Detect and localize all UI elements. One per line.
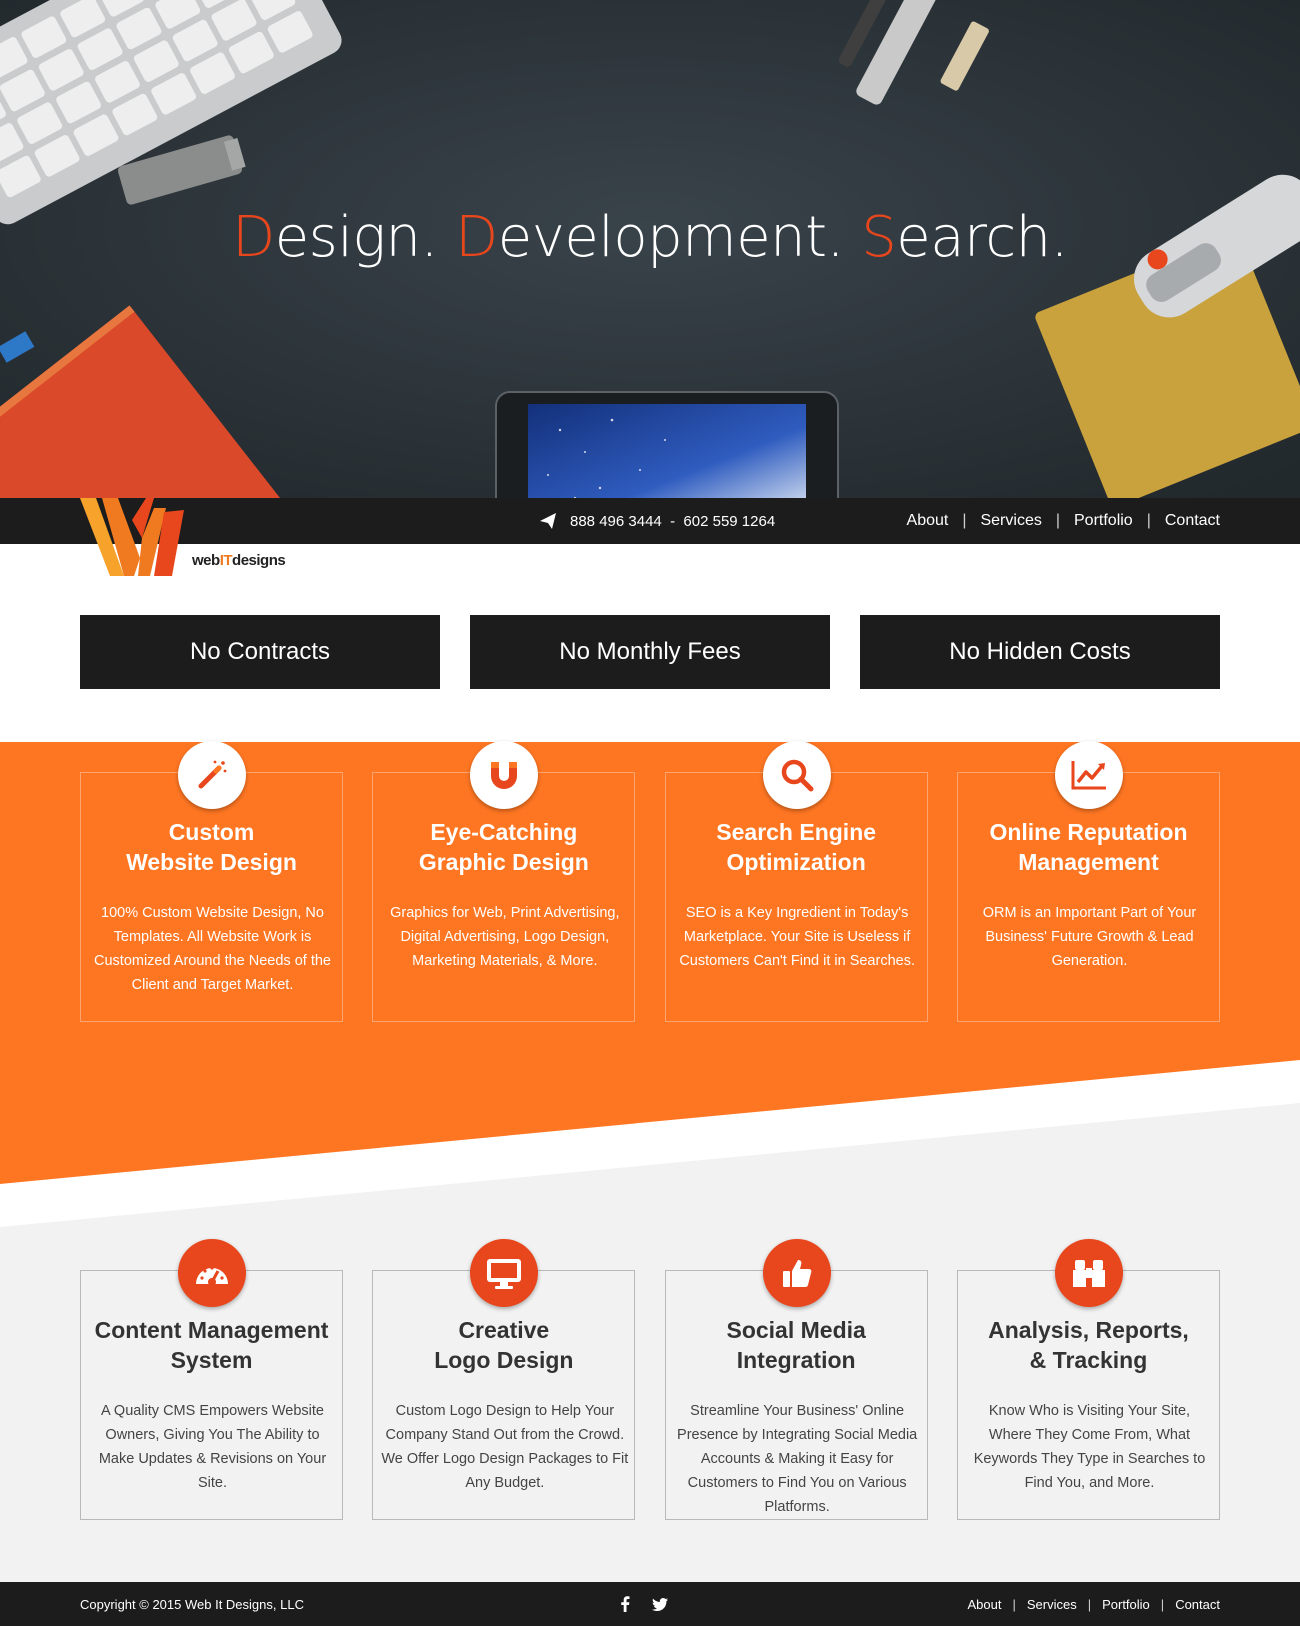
service-description: Custom Logo Design to Help Your Company … (381, 1403, 629, 1491)
service-icon-circle (178, 741, 246, 809)
feature-highlights: No Contracts No Monthly Fees No Hidden C… (80, 615, 1220, 689)
service-card-cms: Content Management System A Quality CMS … (80, 1239, 343, 1520)
facebook-icon[interactable] (620, 1596, 630, 1612)
hero-headline: Design. Development. Search. (0, 205, 1300, 270)
headline-word-search: Search. (861, 205, 1068, 270)
service-title: Analysis, Reports, & Tracking (988, 1317, 1189, 1373)
dashboard-icon (196, 1266, 228, 1286)
hero-banner: Design. Development. Search. (0, 0, 1300, 498)
copyright-text: Copyright © 2015 Web It Designs, LLC (80, 1596, 304, 1612)
magnet-icon (491, 762, 518, 789)
service-card-analytics: Analysis, Reports, & Tracking Know Who i… (956, 1239, 1220, 1520)
service-icon-circle (762, 741, 831, 809)
logo-wordmark: webITdesigns (192, 552, 286, 569)
service-title: Custom Website Design (126, 819, 297, 875)
service-card-logo-design: Creative Logo Design Custom Logo Design … (372, 1239, 636, 1520)
nav-contact[interactable]: Contact (1165, 512, 1220, 530)
nav-separator: | (1055, 512, 1060, 529)
nav-about[interactable]: About (907, 512, 949, 530)
feature-no-monthly-fees: No Monthly Fees (470, 615, 830, 689)
social-links (620, 1582, 668, 1626)
service-card-graphic-design: Eye-Catching Graphic Design Graphics for… (372, 741, 636, 1022)
service-description: Know Who is Visiting Your Site, Where Th… (973, 1403, 1206, 1491)
service-title: Creative Logo Design (434, 1317, 574, 1373)
headline-word-design: Design. (232, 205, 456, 270)
service-icon-circle (1054, 1239, 1123, 1307)
service-icon-circle (178, 1239, 246, 1307)
feature-no-hidden-costs: No Hidden Costs (860, 615, 1220, 689)
service-description: A Quality CMS Empowers Website Owners, G… (98, 1403, 327, 1491)
feature-no-contracts: No Contracts (80, 615, 440, 689)
thumbs-up-icon (782, 1260, 812, 1287)
nav-separator: | (1160, 1596, 1165, 1612)
service-description: SEO is a Key Ingredient in Today's Marke… (679, 905, 915, 969)
service-icon-circle (1054, 741, 1123, 809)
site-footer: Copyright © 2015 Web It Designs, LLC Abo… (0, 1582, 1300, 1626)
main-nav: About | Services | Portfolio | Contact (907, 498, 1220, 544)
logo-w-mark (80, 498, 184, 576)
nav-separator: | (1146, 512, 1151, 529)
service-card-website-design: Custom Website Design 100% Custom Websit… (80, 741, 343, 1022)
service-title: Search Engine Optimization (716, 819, 877, 875)
service-title: Social Media Integration (726, 1317, 866, 1373)
service-icon-circle (470, 1239, 539, 1307)
headline-word-development: Development. (455, 205, 862, 270)
service-icon-circle (470, 741, 539, 809)
service-description: ORM is an Important Part of Your Busines… (982, 905, 1197, 969)
service-description: Graphics for Web, Print Advertising, Dig… (390, 905, 620, 969)
service-description: Streamline Your Business' Online Presenc… (677, 1403, 918, 1515)
paper-plane-icon (540, 513, 556, 529)
service-icon-circle (762, 1239, 831, 1307)
nav-separator: | (962, 512, 967, 529)
nav-services[interactable]: Services (980, 512, 1041, 530)
monitor-icon (487, 1259, 522, 1289)
search-icon (781, 759, 814, 792)
service-title: Online Reputation Management (989, 819, 1188, 875)
service-title: Content Management System (94, 1317, 329, 1373)
twitter-icon[interactable] (652, 1597, 668, 1611)
magic-wand-icon (198, 760, 227, 789)
service-card-social-media: Social Media Integration Streamline Your… (664, 1239, 928, 1520)
service-card-seo: Search Engine Optimization SEO is a Key … (664, 741, 928, 1022)
nav-portfolio[interactable]: Portfolio (1074, 512, 1133, 530)
nav-separator: | (1087, 1596, 1092, 1612)
primary-services: Custom Website Design 100% Custom Websit… (80, 741, 1220, 1022)
service-description: 100% Custom Website Design, No Templates… (94, 905, 331, 993)
footer-nav-about[interactable]: About (967, 1597, 1001, 1612)
binoculars-icon (1072, 1260, 1105, 1287)
line-chart-icon (1071, 761, 1106, 790)
footer-nav-services[interactable]: Services (1027, 1597, 1077, 1612)
footer-nav-portfolio[interactable]: Portfolio (1102, 1597, 1150, 1612)
footer-nav-contact[interactable]: Contact (1175, 1597, 1220, 1612)
nav-separator: | (1012, 1596, 1016, 1612)
service-title: Eye-Catching Graphic Design (418, 819, 589, 875)
service-card-reputation: Online Reputation Management ORM is an I… (956, 741, 1220, 1022)
phone-text: 888 496 3444 - 602 559 1264 (570, 512, 776, 530)
footer-nav: About | Services | Portfolio | Contact (967, 1582, 1220, 1626)
site-logo[interactable]: webITdesigns (80, 498, 290, 578)
phone-numbers: 888 496 3444 - 602 559 1264 (540, 498, 775, 544)
secondary-services: Content Management System A Quality CMS … (80, 1239, 1220, 1520)
